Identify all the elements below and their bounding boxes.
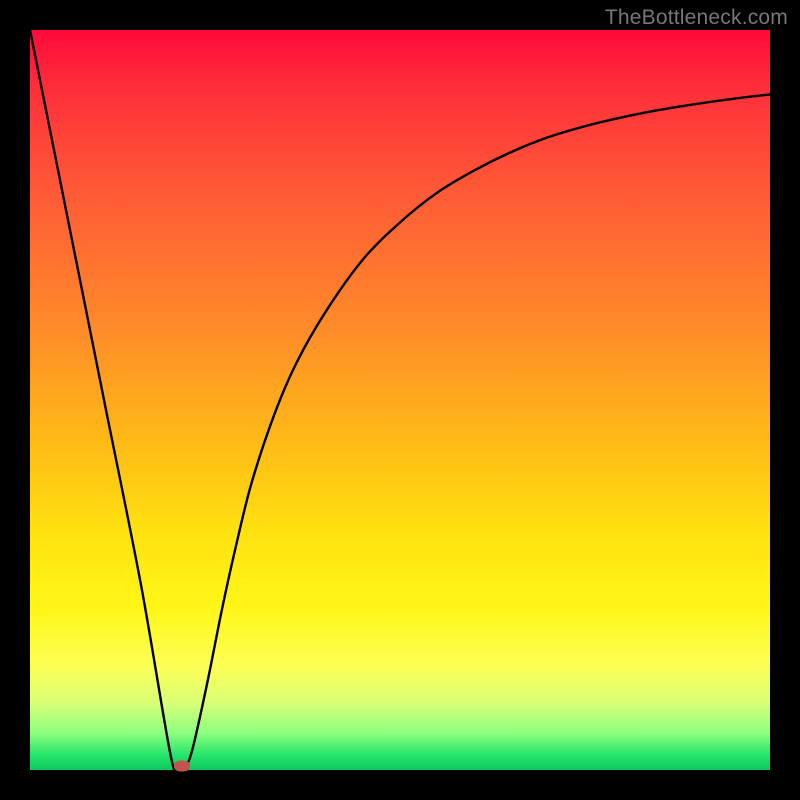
- chart-marker-dot: [174, 761, 190, 772]
- chart-curve: [30, 30, 770, 770]
- chart-series-path: [30, 30, 770, 772]
- chart-frame: TheBottleneck.com: [0, 0, 800, 800]
- watermark-text: TheBottleneck.com: [605, 6, 788, 30]
- chart-plot-area: [30, 30, 770, 770]
